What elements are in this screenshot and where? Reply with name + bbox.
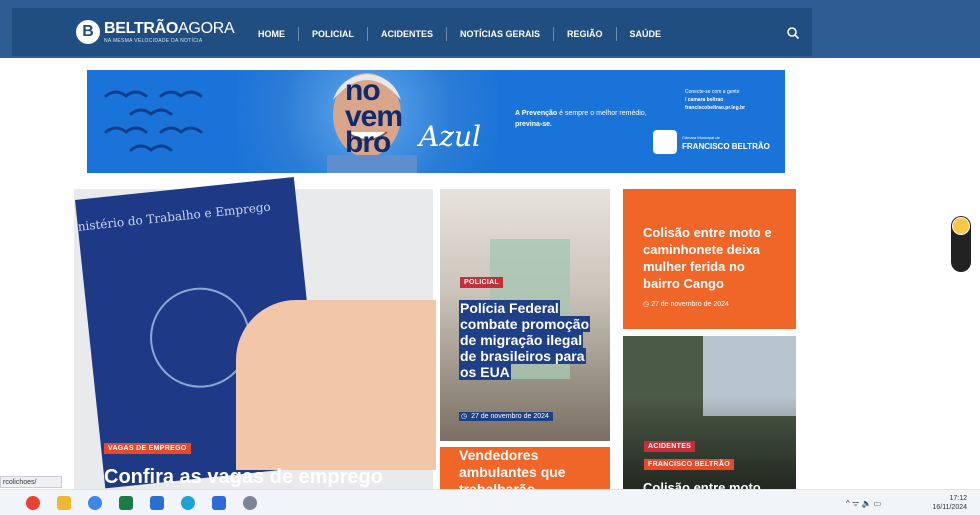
nav-acidentes[interactable]: ACIDENTES <box>367 27 446 41</box>
edge-icon[interactable] <box>181 496 195 510</box>
main-nav: HOME POLICIAL ACIDENTES NOTÍCIAS GERAIS … <box>258 27 674 41</box>
theme-toggle[interactable] <box>951 216 971 272</box>
novembro-azul-banner[interactable]: no vem bro Azul A Prevenção é sempre o m… <box>87 70 785 173</box>
store-icon[interactable] <box>150 496 164 510</box>
sun-icon <box>952 217 970 235</box>
collision-story-title[interactable]: Colisão entre moto e caminhonete deixa m… <box>643 224 783 292</box>
accident-story-tag-city[interactable]: FRANCISCO BELTRÃO <box>644 459 734 470</box>
logo-name: BELTRÃOAGORA <box>104 19 235 37</box>
status-url: rcolichoes/ <box>0 476 62 488</box>
spreadsheet-icon[interactable] <box>119 496 133 510</box>
nav-regiao[interactable]: REGIÃO <box>553 27 616 41</box>
taskbar-apps <box>26 496 274 510</box>
banner-script-word: Azul <box>419 120 481 153</box>
police-story-title[interactable]: Polícia Federal combate promoção de migr… <box>459 300 594 380</box>
logo-tagline: NA MESMA VELOCIDADE DA NOTÍCIA <box>104 37 203 44</box>
police-story-date: ◷ 27 de novembro de 2024 <box>459 412 553 421</box>
passport-text: nistério do Trabalho e Emprego <box>77 199 272 234</box>
browser-icon[interactable] <box>88 496 102 510</box>
banner-headline: no vem bro <box>345 74 403 159</box>
hand-photo <box>236 300 436 470</box>
nav-saude[interactable]: SAÚDE <box>615 27 675 41</box>
mustache-pattern-icon <box>104 90 203 152</box>
photos-icon[interactable] <box>212 496 226 510</box>
accident-story-tag[interactable]: ACIDENTES <box>644 441 696 452</box>
search-icon[interactable] <box>786 26 800 40</box>
chrome-icon[interactable] <box>26 496 40 510</box>
file-explorer-icon[interactable] <box>57 496 71 510</box>
police-story-tag[interactable]: POLICIAL <box>460 277 504 288</box>
logo-mark-icon: B <box>76 20 100 44</box>
main-story-tag[interactable]: VAGAS DE EMPREGO <box>104 443 191 454</box>
nav-noticias-gerais[interactable]: NOTÍCIAS GERAIS <box>446 27 553 41</box>
nav-policial[interactable]: POLICIAL <box>298 27 367 41</box>
system-tray[interactable]: ^ ᯤ 🔈 ▭ <box>846 498 889 509</box>
camara-logo: Câmara Municipal de FRANCISCO BELTRÃO <box>653 130 770 154</box>
banner-connect: Conecte-se com a gente / camara beltrao … <box>685 89 746 111</box>
settings-gear-icon[interactable] <box>243 496 257 510</box>
taskbar-clock[interactable]: 17:12 16/11/2024 <box>917 494 967 512</box>
collision-story-date: ◷ 27 de novembro de 2024 <box>643 301 729 308</box>
site-logo[interactable]: B BELTRÃOAGORA NA MESMA VELOCIDADE DA NO… <box>76 19 235 44</box>
banner-message: A Prevenção é sempre o melhor remédio, p… <box>515 110 647 128</box>
crest-icon <box>653 130 677 154</box>
nav-home[interactable]: HOME <box>258 27 298 41</box>
main-story-title[interactable]: Confira as vagas de emprego <box>104 465 383 489</box>
